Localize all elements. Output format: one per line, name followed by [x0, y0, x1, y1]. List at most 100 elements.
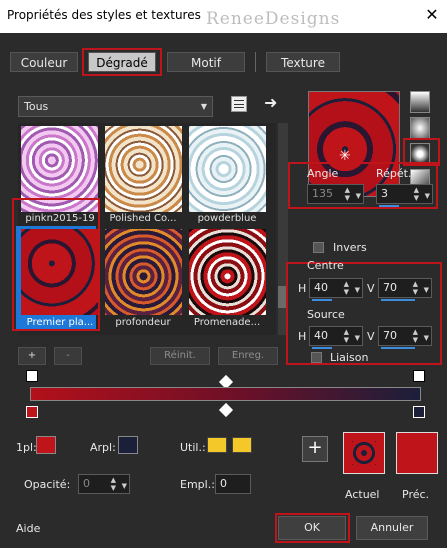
gradient-label: Polished Co...: [109, 213, 177, 224]
tab-texture[interactable]: Texture: [266, 52, 340, 72]
color-stop-top-left[interactable]: [26, 370, 38, 382]
window-title: Propriétés des styles et textures: [7, 8, 201, 22]
angle-label: Angle: [307, 167, 339, 180]
add-gradient-button[interactable]: +: [18, 347, 46, 365]
background-swatch[interactable]: [118, 436, 138, 454]
color-stop-bottom-right[interactable]: [413, 406, 425, 418]
foreground-label: 1pl:: [16, 441, 37, 454]
source-h-value: 40: [314, 329, 328, 342]
linear-gradient-icon[interactable]: [410, 91, 430, 113]
chevron-down-icon[interactable]: ▼: [122, 477, 127, 495]
location-value: 0: [220, 477, 227, 490]
location-input[interactable]: 0: [215, 474, 251, 494]
spinner-arrows-icon[interactable]: ▲ ▼: [414, 186, 419, 202]
color-stop-top-right[interactable]: [413, 370, 425, 382]
invert-checkbox[interactable]: [313, 242, 324, 253]
chevron-down-icon[interactable]: ▼: [356, 187, 361, 205]
link-checkbox[interactable]: [311, 352, 322, 363]
center-h-label: H: [298, 282, 307, 295]
highlight-box: [82, 48, 162, 76]
midpoint-marker-bottom[interactable]: [218, 402, 234, 418]
user-color-swatch-2[interactable]: [232, 437, 252, 453]
chevron-down-icon[interactable]: ▼: [424, 281, 429, 299]
center-label: Centre: [307, 259, 344, 272]
center-v-input[interactable]: 70 ▲ ▼ ▼: [378, 278, 432, 301]
source-v-value: 70: [383, 329, 397, 342]
tab-motif[interactable]: Motif: [167, 52, 245, 72]
value-slider[interactable]: [381, 347, 415, 349]
previous-label: Préc.: [402, 488, 430, 501]
chevron-down-icon[interactable]: ▼: [355, 329, 360, 347]
center-crosshair-icon[interactable]: ✳: [339, 149, 351, 163]
repeat-input[interactable]: 3 ▲ ▼ ▼: [376, 184, 433, 207]
source-v-input[interactable]: 70 ▲ ▼ ▼: [378, 326, 432, 349]
spinner-arrows-icon[interactable]: ▲ ▼: [344, 280, 349, 296]
user-color-swatch[interactable]: [207, 437, 227, 453]
spinner-arrows-icon[interactable]: ▲ ▼: [413, 328, 418, 344]
help-link[interactable]: Aide: [16, 522, 40, 535]
tab-divider: [255, 52, 256, 72]
list-view-icon[interactable]: [231, 96, 247, 112]
value-slider[interactable]: [381, 299, 415, 301]
opacity-label: Opacité:: [24, 478, 71, 491]
arrow-right-icon[interactable]: ➜: [264, 93, 277, 112]
current-swatch[interactable]: [343, 432, 385, 474]
value-slider[interactable]: [379, 205, 399, 207]
angle-value: 135: [312, 187, 333, 200]
current-gradient-icon: [352, 441, 376, 465]
cancel-button[interactable]: Annuler: [356, 516, 428, 540]
gradient-thumb-polished[interactable]: [105, 126, 182, 212]
center-h-value: 40: [314, 281, 328, 294]
background-label: Arpl:: [90, 441, 116, 454]
color-stop-bottom-left[interactable]: [26, 406, 38, 418]
gradient-label: Promenade...: [193, 317, 261, 328]
angle-input[interactable]: 135 ▲ ▼ ▼: [307, 184, 364, 204]
category-dropdown[interactable]: Tous ▼: [18, 96, 213, 117]
invert-label: Invers: [333, 241, 367, 254]
gradient-thumb-powderblue[interactable]: [189, 126, 266, 212]
gradient-thumb-profondeur[interactable]: [105, 229, 182, 315]
gradient-bar[interactable]: [30, 387, 421, 401]
spinner-arrows-icon[interactable]: ▲ ▼: [413, 280, 418, 296]
current-label: Actuel: [345, 488, 380, 501]
chevron-down-icon[interactable]: ▼: [355, 281, 360, 299]
foreground-swatch[interactable]: [36, 436, 56, 454]
remove-gradient-button[interactable]: -: [54, 347, 82, 365]
source-label: Source: [307, 308, 345, 321]
tab-couleur[interactable]: Couleur: [10, 52, 78, 72]
close-icon[interactable]: ✕: [422, 5, 442, 25]
repeat-value: 3: [381, 187, 388, 200]
opacity-value: 0: [83, 477, 90, 490]
chevron-down-icon[interactable]: ▼: [425, 187, 430, 205]
add-to-swatches-button[interactable]: +: [302, 436, 328, 462]
spinner-arrows-icon[interactable]: ▲ ▼: [111, 476, 116, 492]
spinner-arrows-icon[interactable]: ▲ ▼: [344, 328, 349, 344]
gradient-label: profondeur: [115, 317, 171, 328]
gradient-label: powderblue: [197, 213, 257, 224]
value-slider[interactable]: [312, 299, 332, 301]
highlight-box: [12, 198, 100, 331]
watermark: ReneeDesigns: [206, 9, 341, 29]
chevron-down-icon: ▼: [200, 102, 207, 111]
source-v-label: V: [367, 330, 375, 343]
chevron-down-icon[interactable]: ▼: [424, 329, 429, 347]
highlight-box: [275, 513, 350, 543]
center-v-label: V: [367, 282, 375, 295]
center-v-value: 70: [383, 281, 397, 294]
location-label: Empl.:: [180, 478, 215, 491]
previous-swatch[interactable]: [396, 432, 438, 474]
category-value: Tous: [24, 100, 49, 113]
reset-button[interactable]: Réinit.: [150, 347, 210, 365]
user-color-label: Util.:: [180, 441, 206, 454]
opacity-input[interactable]: 0 ▲ ▼ ▼: [78, 474, 130, 494]
rectangular-gradient-icon[interactable]: [410, 117, 430, 139]
value-slider[interactable]: [312, 347, 332, 349]
source-h-label: H: [298, 330, 307, 343]
repeat-label: Répét.: [376, 167, 412, 180]
save-button[interactable]: Enreg.: [218, 347, 278, 365]
gradient-thumb-promenade[interactable]: [189, 229, 266, 315]
spinner-arrows-icon[interactable]: ▲ ▼: [345, 186, 350, 202]
link-label: Liaison: [330, 351, 369, 364]
source-h-input[interactable]: 40 ▲ ▼ ▼: [309, 326, 363, 349]
center-h-input[interactable]: 40 ▲ ▼ ▼: [309, 278, 363, 301]
